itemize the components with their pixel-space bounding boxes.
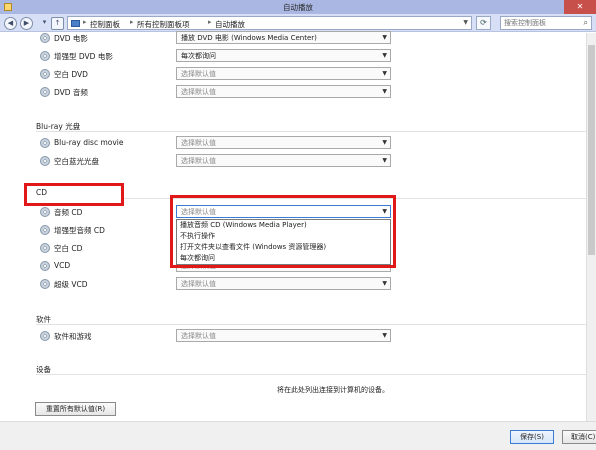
disc-icon [40,87,50,97]
disc-icon [40,69,50,79]
blank-bluray-select[interactable]: 选择默认值 ▼ [176,154,391,167]
recent-pages-dropdown[interactable]: ▾ [38,17,51,30]
list-item: DVD 音频 选择默认值 ▼ [0,85,586,100]
list-item: 软件和游戏 选择默认值 ▼ [0,329,586,344]
search-icon[interactable]: ⌕ [584,18,588,28]
super-vcd-label: 超级 VCD [54,280,88,289]
disc-icon [40,225,50,235]
save-button[interactable]: 保存(S) [510,430,554,444]
list-item: Blu-ray disc movie 选择默认值 ▼ [0,136,586,151]
disc-icon [40,243,50,253]
enhanced-audio-cd-label: 增强型音频 CD [54,226,105,235]
blank-dvd-select[interactable]: 选择默认值 ▼ [176,67,391,80]
blank-dvd-label: 空白 DVD [54,70,88,79]
list-item: DVD 电影 播放 DVD 电影 (Windows Media Center) ▼ [0,31,586,46]
list-item: 超级 VCD 选择默认值 ▼ [0,277,586,292]
cancel-button[interactable]: 取消(C) [562,430,596,444]
super-vcd-select[interactable]: 选择默认值 ▼ [176,277,391,290]
address-field[interactable]: ▸ 控制面板 ▸ 所有控制面板项 ▸ 自动播放 ▼ [67,16,472,30]
up-arrow-icon[interactable]: ↑ [51,17,64,30]
section-divider [36,324,586,325]
disc-icon [40,156,50,166]
disc-icon [40,33,50,43]
vertical-scrollbar[interactable] [586,33,596,421]
search-input[interactable] [504,17,582,29]
scrollbar-thumb[interactable] [588,45,595,255]
control-panel-folder-icon [71,20,80,27]
section-divider [36,131,586,132]
close-button[interactable]: ✕ [564,0,596,14]
enhanced-dvd-label: 增强型 DVD 电影 [54,52,113,61]
devices-info-text: 将在此处列出连接到计算机的设备。 [277,386,389,394]
dialog-footer: 保存(S) 取消(C) [0,421,596,450]
disc-icon [40,279,50,289]
cd-heading-highlight [24,183,124,206]
dvd-movie-select[interactable]: 播放 DVD 电影 (Windows Media Center) ▼ [176,31,391,44]
breadcrumb-autoplay[interactable]: 自动播放 [215,19,245,30]
disc-icon [40,207,50,217]
software-games-label: 软件和游戏 [54,332,92,341]
vcd-label: VCD [54,261,71,270]
disc-icon [40,51,50,61]
search-box[interactable]: ⌕ [500,16,592,30]
blank-cd-label: 空白 CD [54,244,83,253]
software-games-select[interactable]: 选择默认值 ▼ [176,329,391,342]
dvd-audio-label: DVD 音频 [54,88,88,97]
breadcrumb-control-panel[interactable]: 控制面板 [90,19,120,30]
enhanced-dvd-select[interactable]: 每次都询问 ▼ [176,49,391,62]
reset-defaults-button[interactable]: 重置所有默认值(R) [35,402,116,416]
section-divider [36,374,586,375]
refresh-icon[interactable]: ⟳ [476,16,491,30]
list-item: 空白蓝光光盘 选择默认值 ▼ [0,154,586,169]
blank-bluray-label: 空白蓝光光盘 [54,157,99,166]
title-bar: 自动播放 ✕ [0,0,596,14]
address-dropdown-icon[interactable]: ▼ [463,19,468,26]
bluray-movie-label: Blu-ray disc movie [54,138,124,147]
audio-cd-dropdown-highlight [170,195,396,268]
audio-cd-label: 音频 CD [54,208,83,217]
breadcrumb-all-items[interactable]: 所有控制面板项 [137,19,190,30]
window-title: 自动播放 [283,3,313,12]
disc-icon [40,138,50,148]
list-item: 增强型 DVD 电影 每次都询问 ▼ [0,49,586,64]
list-item: 空白 DVD 选择默认值 ▼ [0,67,586,82]
dvd-movie-label: DVD 电影 [54,34,88,43]
bluray-movie-select[interactable]: 选择默认值 ▼ [176,136,391,149]
forward-arrow-icon[interactable]: ▶ [20,17,33,30]
disc-icon [40,331,50,341]
back-arrow-icon[interactable]: ◀ [4,17,17,30]
address-bar: ◀ ▶ ▾ ↑ ▸ 控制面板 ▸ 所有控制面板项 ▸ 自动播放 ▼ ⟳ ⌕ [0,14,596,32]
dvd-audio-select[interactable]: 选择默认值 ▼ [176,85,391,98]
disc-icon [40,261,50,271]
